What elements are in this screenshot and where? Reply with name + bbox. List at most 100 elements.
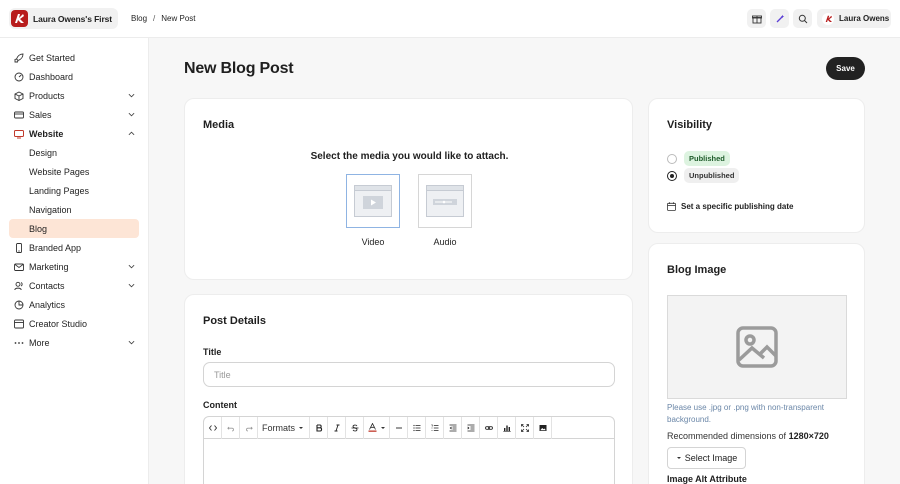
indent-button[interactable] [462, 416, 480, 439]
sidebar-item-landing-pages[interactable]: Landing Pages [9, 181, 139, 200]
sidebar: Get Started Dashboard Products Sales Web… [0, 38, 149, 484]
box-icon [14, 90, 24, 101]
rocket-icon [14, 53, 24, 63]
caret-down-icon [299, 426, 304, 429]
sidebar-item-website-pages[interactable]: Website Pages [9, 162, 139, 181]
image-format-hint: Please use .jpg or .png with non-transpa… [667, 403, 824, 424]
recommended-dims-value: 1280×720 [788, 431, 829, 441]
sidebar-item-get-started[interactable]: Get Started [9, 48, 139, 67]
sidebar-item-marketing[interactable]: Marketing [9, 257, 139, 276]
fullscreen-icon [520, 423, 529, 432]
save-button[interactable]: Save [826, 57, 865, 80]
brand-name: Laura Owens's First [33, 13, 113, 24]
gift-button[interactable] [747, 9, 766, 28]
bullet-list-button[interactable] [408, 416, 426, 439]
chart-icon [502, 425, 511, 432]
recommended-dimensions: Recommended dimensions of 1280×720 [667, 431, 829, 441]
caret-down-icon [676, 457, 681, 459]
strikethrough-icon [351, 424, 358, 431]
italic-button[interactable] [328, 416, 346, 439]
sidebar-item-blog[interactable]: Blog [9, 219, 139, 238]
text-color-button[interactable] [364, 416, 390, 439]
sidebar-item-website[interactable]: Website [9, 124, 139, 143]
undo-icon [226, 426, 234, 431]
unpublished-radio[interactable] [667, 170, 677, 181]
sidebar-item-label: Sales [29, 109, 52, 120]
studio-icon [14, 319, 24, 329]
bold-icon [315, 423, 322, 432]
content-editor[interactable]: Formats [203, 416, 615, 484]
strikethrough-button[interactable] [346, 416, 364, 439]
image-placeholder-icon [736, 326, 778, 368]
sidebar-item-creator-studio[interactable]: Creator Studio [9, 314, 139, 333]
sidebar-item-label: Dashboard [29, 71, 74, 82]
horizontal-rule-icon [395, 427, 402, 428]
editor-toolbar: Formats [204, 416, 614, 439]
sidebar-item-sales[interactable]: Sales [9, 105, 139, 124]
media-title: Media [203, 119, 235, 131]
sidebar-item-label: Blog [29, 223, 48, 234]
code-icon [208, 424, 217, 431]
gift-icon [751, 15, 762, 23]
blog-image-title: Blog Image [667, 264, 727, 276]
outdent-icon [449, 424, 456, 431]
image-alt-label: Image Alt Attribute [667, 474, 747, 484]
video-icon [354, 185, 392, 217]
sidebar-item-analytics[interactable]: Analytics [9, 295, 139, 314]
chevron-down-icon [128, 340, 135, 345]
bold-button[interactable] [310, 416, 328, 439]
sidebar-item-design[interactable]: Design [9, 143, 139, 162]
sidebar-item-products[interactable]: Products [9, 86, 139, 105]
formats-dropdown[interactable]: Formats [258, 416, 310, 439]
numbered-list-button[interactable] [426, 416, 444, 439]
magic-button[interactable] [770, 9, 789, 28]
select-image-label: Select Image [684, 453, 738, 463]
content-label: Content [203, 400, 237, 410]
link-icon [484, 425, 493, 430]
post-details-card: Post Details Title Content Formats [184, 294, 633, 484]
published-radio[interactable] [667, 153, 677, 164]
outdent-button[interactable] [444, 416, 462, 439]
code-view-button[interactable] [204, 416, 222, 439]
calendar-icon [667, 202, 676, 211]
indent-icon [467, 424, 474, 431]
sidebar-item-label: More [29, 337, 50, 348]
unpublished-badge: Unpublished [684, 168, 740, 183]
visibility-option-published[interactable]: Published [667, 151, 730, 166]
breadcrumb-blog[interactable]: Blog [131, 14, 147, 23]
user-menu-button[interactable]: Laura Owens [817, 9, 891, 28]
sidebar-item-contacts[interactable]: Contacts [9, 276, 139, 295]
horizontal-rule-button[interactable] [390, 416, 408, 439]
image-dropzone[interactable] [667, 295, 847, 399]
caret-down-icon [380, 426, 385, 429]
blog-image-card: Blog Image Please use .jpg or .png with … [648, 243, 865, 484]
schedule-publish-link[interactable]: Set a specific publishing date [667, 202, 793, 211]
brand-switcher[interactable]: Laura Owens's First [9, 8, 119, 29]
bullet-list-icon [412, 424, 420, 431]
undo-button[interactable] [222, 416, 240, 439]
sidebar-item-navigation[interactable]: Navigation [9, 200, 139, 219]
select-image-button[interactable]: Select Image [667, 447, 746, 469]
sidebar-item-label: Navigation [29, 204, 72, 215]
sidebar-item-label: Landing Pages [29, 185, 90, 196]
breadcrumb: Blog / New Post [131, 14, 195, 23]
sidebar-item-label: Marketing [29, 261, 69, 272]
search-icon [798, 14, 807, 23]
title-input[interactable] [203, 362, 615, 387]
audio-icon [426, 185, 464, 217]
visibility-option-unpublished[interactable]: Unpublished [667, 168, 740, 183]
media-option-video[interactable] [346, 174, 400, 228]
fullscreen-button[interactable] [516, 416, 534, 439]
sidebar-item-dashboard[interactable]: Dashboard [9, 67, 139, 86]
sidebar-item-label: Creator Studio [29, 318, 88, 329]
search-button[interactable] [793, 9, 812, 28]
magic-wand-icon [776, 14, 784, 22]
insert-image-button[interactable] [534, 416, 552, 439]
post-details-title: Post Details [203, 315, 266, 327]
media-option-audio[interactable] [418, 174, 472, 228]
redo-button[interactable] [240, 416, 258, 439]
chart-button[interactable] [498, 416, 516, 439]
link-button[interactable] [480, 416, 498, 439]
sidebar-item-more[interactable]: More [9, 333, 139, 352]
sidebar-item-branded-app[interactable]: Branded App [9, 238, 139, 257]
